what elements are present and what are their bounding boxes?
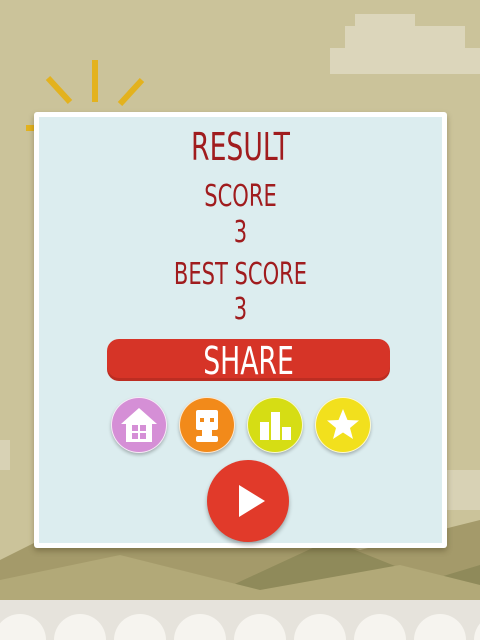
- share-button[interactable]: SHARE: [107, 339, 390, 383]
- rate-button[interactable]: [315, 397, 371, 453]
- result-panel-body: RESULT SCORE 3 BEST SCORE 3 SHARE: [39, 117, 442, 543]
- best-score-label: BEST SCORE: [173, 257, 308, 292]
- score-label: SCORE: [204, 179, 277, 214]
- result-panel: RESULT SCORE 3 BEST SCORE 3 SHARE: [34, 112, 447, 548]
- home-icon: [121, 408, 157, 442]
- play-icon: [239, 485, 265, 517]
- character-icon: [196, 410, 218, 442]
- share-button-label: SHARE: [203, 339, 294, 383]
- leaderboard-button[interactable]: [247, 397, 303, 453]
- best-score-value: 3: [233, 292, 248, 327]
- star-icon: [327, 409, 359, 439]
- character-button[interactable]: [179, 397, 235, 453]
- play-button[interactable]: [207, 460, 289, 542]
- leaderboard-icon: [260, 412, 291, 440]
- score-value: 3: [233, 215, 248, 250]
- result-title: RESULT: [191, 125, 290, 169]
- home-button[interactable]: [111, 397, 167, 453]
